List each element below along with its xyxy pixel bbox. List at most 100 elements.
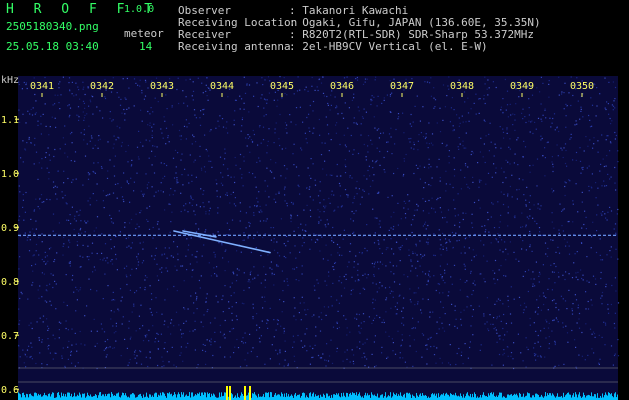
noise-speck: [93, 171, 95, 173]
noise-speck: [404, 361, 406, 363]
noise-speck: [187, 211, 189, 213]
noise-speck: [615, 189, 617, 191]
noise-speck: [30, 322, 32, 324]
noise-speck: [120, 355, 122, 357]
noise-speck: [188, 182, 190, 184]
noise-speck: [275, 162, 277, 164]
noise-speck: [292, 203, 294, 205]
noise-speck: [277, 323, 279, 325]
noise-speck: [403, 160, 405, 162]
noise-speck: [149, 205, 151, 207]
noise-speck: [335, 132, 337, 134]
noise-speck: [529, 317, 531, 320]
noise-speck: [149, 351, 151, 353]
baseline-bar: [19, 393, 20, 400]
noise-speck: [556, 319, 558, 321]
noise-speck: [327, 223, 329, 225]
noise-speck: [285, 147, 287, 149]
noise-speck: [600, 271, 602, 274]
noise-speck: [551, 221, 553, 223]
noise-speck: [131, 268, 133, 270]
noise-speck: [518, 260, 520, 262]
noise-speck: [190, 295, 192, 297]
noise-speck: [41, 258, 43, 261]
noise-speck: [544, 242, 547, 244]
noise-speck: [364, 342, 366, 344]
noise-speck: [180, 352, 182, 354]
noise-speck: [428, 167, 430, 169]
noise-speck: [163, 347, 165, 350]
noise-speck: [544, 108, 546, 110]
noise-speck: [617, 355, 620, 357]
noise-speck: [309, 209, 311, 211]
noise-speck: [123, 108, 125, 111]
noise-speck: [146, 187, 148, 189]
noise-speck: [89, 197, 91, 199]
noise-speck: [18, 308, 20, 310]
noise-speck: [80, 132, 82, 134]
noise-speck: [517, 333, 519, 335]
noise-speck: [109, 346, 111, 348]
noise-speck: [124, 113, 126, 115]
noise-speck: [241, 98, 243, 100]
noise-speck: [383, 321, 385, 324]
noise-speck: [166, 351, 168, 353]
noise-speck: [62, 197, 64, 199]
noise-speck: [353, 97, 355, 99]
noise-speck: [387, 356, 389, 358]
noise-speck: [509, 241, 511, 243]
noise-speck: [364, 273, 366, 275]
noise-speck: [532, 271, 534, 273]
noise-speck: [38, 297, 40, 299]
noise-speck: [100, 166, 103, 168]
noise-speck: [328, 197, 330, 199]
noise-speck: [107, 347, 109, 349]
noise-speck: [221, 242, 223, 245]
noise-speck: [284, 350, 286, 352]
noise-speck: [528, 107, 530, 109]
noise-speck: [130, 165, 132, 167]
noise-speck: [129, 274, 132, 276]
noise-speck: [556, 127, 558, 129]
noise-speck: [416, 275, 418, 277]
noise-speck: [234, 110, 236, 112]
noise-speck: [283, 165, 286, 167]
noise-speck: [605, 185, 608, 187]
noise-speck: [64, 152, 66, 154]
noise-speck: [69, 133, 72, 135]
noise-speck: [191, 204, 193, 207]
y-tick-label: 0.6: [1, 385, 19, 396]
noise-speck: [258, 211, 260, 213]
noise-speck: [91, 252, 93, 254]
noise-speck: [344, 159, 346, 161]
noise-speck: [376, 291, 378, 293]
noise-speck: [198, 279, 200, 282]
noise-speck: [251, 141, 254, 143]
noise-speck: [161, 356, 163, 358]
noise-speck: [178, 129, 181, 132]
noise-speck: [275, 193, 277, 195]
noise-speck: [438, 283, 441, 285]
noise-speck: [312, 132, 314, 134]
noise-speck: [277, 265, 279, 267]
noise-speck: [56, 186, 58, 188]
noise-speck: [431, 197, 433, 199]
noise-speck: [493, 317, 495, 319]
noise-speck: [241, 173, 243, 176]
noise-speck: [226, 192, 228, 194]
noise-speck: [472, 282, 474, 284]
noise-speck: [513, 342, 515, 344]
noise-speck: [156, 311, 158, 313]
noise-speck: [448, 291, 450, 293]
noise-speck: [371, 322, 373, 324]
noise-speck: [532, 164, 534, 166]
noise-speck: [71, 328, 73, 330]
noise-speck: [259, 125, 261, 127]
noise-speck: [206, 310, 208, 313]
noise-speck: [425, 136, 427, 138]
baseline-bar: [360, 395, 361, 400]
noise-speck: [589, 328, 592, 330]
noise-speck: [246, 145, 248, 147]
noise-speck: [545, 297, 547, 299]
noise-speck: [192, 199, 194, 201]
